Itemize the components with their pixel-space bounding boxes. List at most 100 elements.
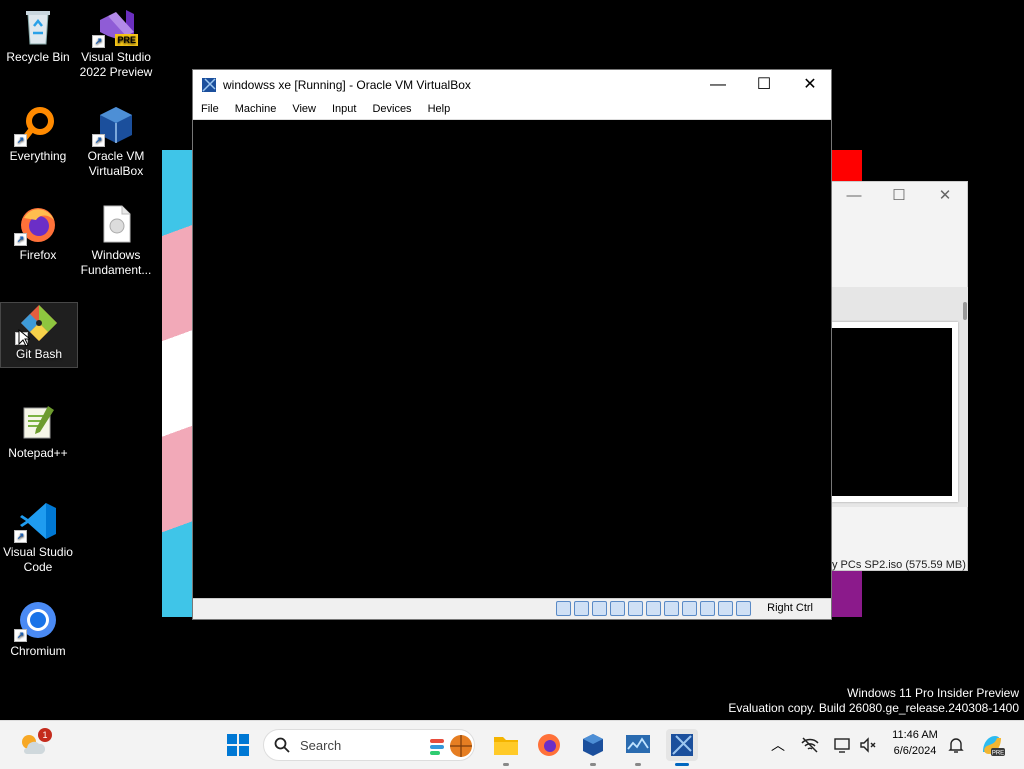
optical-drive-icon[interactable] bbox=[574, 601, 589, 616]
status-bar: Right Ctrl bbox=[193, 598, 831, 619]
evaluation-watermark: Windows 11 Pro Insider Preview Evaluatio… bbox=[728, 686, 1019, 716]
folder-icon bbox=[494, 737, 518, 755]
desktop-icon-label: Oracle VM VirtualBox bbox=[87, 149, 145, 178]
shortcut-arrow-icon: ↗ bbox=[92, 134, 105, 147]
desktop-icon-label: Notepad++ bbox=[8, 446, 68, 460]
menu-machine[interactable]: Machine bbox=[235, 100, 277, 119]
monitor-app-icon bbox=[626, 735, 650, 753]
desktop-icon-notepadpp[interactable]: Notepad++ bbox=[0, 402, 76, 461]
menu-input[interactable]: Input bbox=[332, 100, 356, 119]
guest-display[interactable] bbox=[193, 120, 831, 599]
minimize-icon[interactable]: — bbox=[844, 186, 864, 206]
virtualbox-icon: ↗ bbox=[92, 105, 136, 147]
virtualbox-vm-window[interactable]: windowss xe [Running] - Oracle VM Virtua… bbox=[192, 69, 832, 620]
maximize-button[interactable]: ☐ bbox=[741, 70, 787, 100]
preview-badge: PRE bbox=[115, 34, 138, 46]
window-titlebar[interactable]: windowss xe [Running] - Oracle VM Virtua… bbox=[193, 70, 831, 100]
minimize-button[interactable]: — bbox=[695, 70, 741, 100]
display-icon[interactable] bbox=[664, 601, 679, 616]
mouse-cursor-icon bbox=[18, 329, 30, 347]
menu-bar: File Machine View Input Devices Help bbox=[193, 100, 831, 120]
shortcut-arrow-icon: ↗ bbox=[14, 629, 27, 642]
active-indicator bbox=[675, 763, 689, 766]
menu-help[interactable]: Help bbox=[428, 100, 451, 119]
virtualization-icon[interactable] bbox=[700, 601, 715, 616]
taskbar-search[interactable]: Search bbox=[263, 729, 475, 761]
network-status[interactable] bbox=[794, 729, 826, 761]
desktop-icon-label: Visual Studio 2022 Preview bbox=[79, 50, 153, 79]
usb-icon[interactable] bbox=[628, 601, 643, 616]
hard-disk-icon[interactable] bbox=[556, 601, 571, 616]
keyboard-icon[interactable] bbox=[736, 601, 751, 616]
desktop-icon-everything[interactable]: ↗ Everything bbox=[0, 105, 76, 164]
maximize-icon[interactable]: ☐ bbox=[889, 186, 909, 206]
scrollbar-thumb[interactable] bbox=[963, 302, 967, 320]
close-icon[interactable]: ✕ bbox=[935, 186, 955, 206]
start-button[interactable] bbox=[222, 729, 254, 761]
desktop-icon-label: Chromium bbox=[10, 644, 66, 658]
display-icon bbox=[834, 738, 850, 753]
virtualbox-icon bbox=[583, 734, 603, 756]
running-indicator bbox=[503, 763, 509, 766]
running-indicator bbox=[590, 763, 596, 766]
virtualbox-icon bbox=[202, 78, 216, 92]
background-window-titlebar[interactable]: — ☐ ✕ bbox=[832, 182, 967, 210]
desktop-icon-label: Git Bash bbox=[15, 347, 63, 361]
desktop-icon-label: Visual Studio Code bbox=[3, 545, 73, 574]
shortcut-arrow-icon: ↗ bbox=[14, 530, 27, 543]
notifications-button[interactable] bbox=[940, 729, 972, 761]
shortcut-arrow-icon: ↗ bbox=[92, 35, 105, 48]
desktop-icon-firefox[interactable]: ↗ Firefox bbox=[0, 204, 76, 263]
menu-view[interactable]: View bbox=[292, 100, 316, 119]
bell-icon bbox=[948, 738, 964, 753]
vscode-icon: ↗ bbox=[14, 501, 58, 543]
mouse-integration-icon[interactable] bbox=[718, 601, 733, 616]
running-indicator bbox=[635, 763, 641, 766]
iso-file-label: y PCs SP2.iso (575.59 MB) bbox=[832, 559, 966, 571]
close-button[interactable]: ✕ bbox=[787, 70, 833, 100]
audio-icon[interactable] bbox=[592, 601, 607, 616]
copilot-button[interactable]: PRE bbox=[976, 729, 1008, 761]
everything-search-icon: ↗ bbox=[14, 105, 58, 147]
background-window-edge[interactable] bbox=[162, 150, 192, 617]
svg-text:PRE: PRE bbox=[992, 751, 1004, 757]
taskbar-virtualbox-manager[interactable] bbox=[577, 729, 609, 766]
volume-muted-icon bbox=[860, 737, 876, 753]
visual-studio-icon: PRE ↗ bbox=[92, 6, 138, 48]
shortcut-arrow-icon: ↗ bbox=[14, 134, 27, 147]
desktop-icon-label: Firefox bbox=[19, 248, 57, 262]
menu-file[interactable]: File bbox=[201, 100, 219, 119]
desktop-icon-label: Windows Fundament... bbox=[80, 248, 152, 277]
shared-folders-icon[interactable] bbox=[646, 601, 661, 616]
search-label: Search bbox=[300, 738, 342, 753]
desktop-icon-recycle-bin[interactable]: Recycle Bin bbox=[0, 6, 76, 65]
vm-preview-screen bbox=[832, 322, 958, 502]
menu-devices[interactable]: Devices bbox=[372, 100, 411, 119]
weather-widget[interactable]: 1 bbox=[16, 728, 52, 761]
desktop-icon-visual-studio-preview[interactable]: PRE ↗ Visual Studio 2022 Preview bbox=[78, 6, 154, 80]
taskbar-firefox[interactable] bbox=[533, 729, 565, 761]
desktop-icon-vscode[interactable]: ↗ Visual Studio Code bbox=[0, 501, 76, 575]
desktop-icon-chromium[interactable]: ↗ Chromium bbox=[0, 600, 76, 659]
recycle-bin-icon bbox=[18, 6, 58, 46]
background-window-purple-block bbox=[831, 571, 862, 617]
show-hidden-icons-button[interactable]: ︿ bbox=[762, 729, 794, 761]
virtualbox-vm-icon bbox=[671, 734, 693, 756]
watermark-edition: Windows 11 Pro Insider Preview bbox=[847, 686, 1019, 700]
taskbar-resource-monitor[interactable] bbox=[622, 729, 654, 766]
chevron-up-icon: ︿ bbox=[771, 737, 785, 753]
taskbar-file-explorer[interactable] bbox=[490, 729, 522, 766]
taskbar-vm-window[interactable] bbox=[666, 729, 698, 766]
chromium-icon: ↗ bbox=[14, 600, 58, 642]
search-highlight-icon bbox=[430, 735, 472, 757]
desktop-icon-windows-fundamentals[interactable]: Windows Fundament... bbox=[78, 204, 154, 278]
network-icon[interactable] bbox=[610, 601, 625, 616]
desktop-icon-git-bash[interactable]: ↗ Git Bash bbox=[0, 302, 78, 368]
network-disconnected-icon bbox=[801, 737, 819, 753]
copilot-icon: PRE bbox=[983, 736, 1005, 757]
background-window[interactable]: — ☐ ✕ y PCs SP2.iso (575.59 MB) bbox=[831, 181, 968, 571]
video-capture-icon[interactable] bbox=[682, 601, 697, 616]
desktop-icon-virtualbox[interactable]: ↗ Oracle VM VirtualBox bbox=[78, 105, 154, 179]
device-status-icons bbox=[556, 601, 751, 616]
desktop-icon-label: Everything bbox=[9, 149, 67, 163]
